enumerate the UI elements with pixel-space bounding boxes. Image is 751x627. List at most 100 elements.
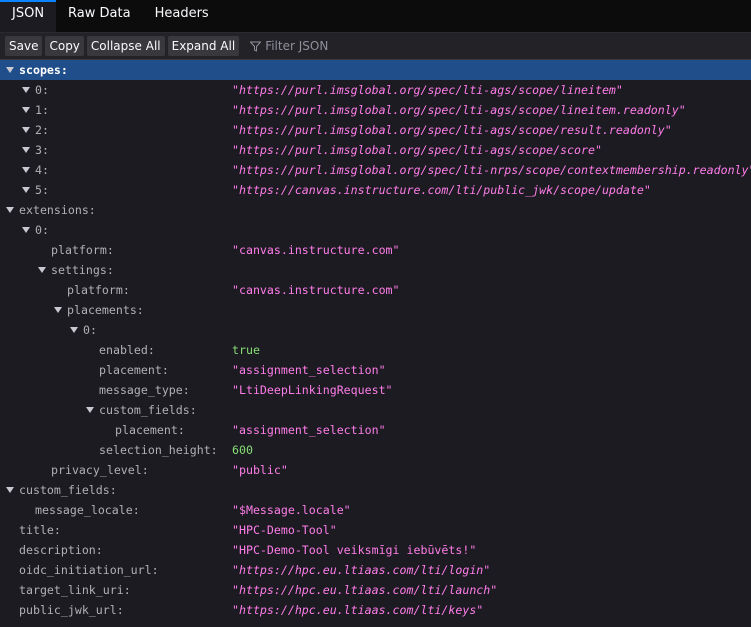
json-row[interactable]: public_jwk_url: "https://hpc.eu.ltiaas.co… xyxy=(0,600,751,620)
expand-triangle-icon[interactable] xyxy=(86,407,94,413)
json-key: oidc_initiation_url: xyxy=(19,563,159,577)
json-key: selection_height: xyxy=(99,443,218,457)
expand-triangle-icon[interactable] xyxy=(38,267,46,273)
expand-triangle-icon[interactable] xyxy=(22,167,30,173)
expand-triangle-icon[interactable] xyxy=(22,127,30,133)
json-toolbar: Save Copy Collapse All Expand All Filter… xyxy=(0,33,751,60)
expand-triangle-icon[interactable] xyxy=(22,227,30,233)
json-value: "HPC-Demo-Tool" xyxy=(232,523,337,537)
expand-triangle-icon[interactable] xyxy=(6,487,14,493)
json-row[interactable]: 5: "https://canvas.instructure.com/lti/pu… xyxy=(0,180,751,200)
json-row[interactable]: enabled: true xyxy=(0,340,751,360)
json-row[interactable]: description: "HPC-Demo-Tool veiksmīgi ieb… xyxy=(0,540,751,560)
json-row[interactable]: settings: xyxy=(0,260,751,280)
json-row[interactable]: 0: "https://purl.imsglobal.org/spec/lti-a… xyxy=(0,80,751,100)
filter-json-input[interactable]: Filter JSON xyxy=(250,39,328,53)
json-key: title: xyxy=(19,523,61,537)
json-row[interactable]: 1: "https://purl.imsglobal.org/spec/lti-a… xyxy=(0,100,751,120)
json-row[interactable]: target_link_uri: "https://hpc.eu.ltiaas.c… xyxy=(0,580,751,600)
json-key: placements: xyxy=(67,303,144,317)
json-value: "$Message.locale" xyxy=(232,503,351,517)
json-row[interactable]: extensions: xyxy=(0,200,751,220)
json-row[interactable]: 0: xyxy=(0,320,751,340)
json-value: "LtiDeepLinkingRequest" xyxy=(232,383,393,397)
json-key: target_link_uri: xyxy=(19,583,131,597)
expand-triangle-icon[interactable] xyxy=(22,187,30,193)
json-key: placement: xyxy=(99,363,169,377)
json-row[interactable]: privacy_level: "public" xyxy=(0,460,751,480)
json-key: 0: xyxy=(35,83,49,97)
json-row[interactable]: platform: "canvas.instructure.com" xyxy=(0,280,751,300)
viewer-tabs: JSON Raw Data Headers xyxy=(0,0,751,33)
json-value: "https://purl.imsglobal.org/spec/lti-ags… xyxy=(232,103,686,117)
json-row[interactable]: placements: xyxy=(0,300,751,320)
json-key: 1: xyxy=(35,103,49,117)
expand-triangle-icon[interactable] xyxy=(70,327,78,333)
expand-triangle-icon[interactable] xyxy=(6,207,14,213)
json-row[interactable]: 0: xyxy=(0,220,751,240)
json-key: custom_fields: xyxy=(19,483,117,497)
copy-button[interactable]: Copy xyxy=(45,36,84,56)
json-row[interactable]: 2: "https://purl.imsglobal.org/spec/lti-a… xyxy=(0,120,751,140)
json-value: "https://purl.imsglobal.org/spec/lti-ags… xyxy=(232,83,623,97)
json-key: 4: xyxy=(35,163,49,177)
json-value: "https://purl.imsglobal.org/spec/lti-ags… xyxy=(232,143,602,157)
json-row[interactable]: custom_fields: xyxy=(0,400,751,420)
json-key: description: xyxy=(19,543,103,557)
json-key: scopes: xyxy=(19,63,68,77)
json-key: 0: xyxy=(83,323,97,337)
json-value: "public" xyxy=(232,463,288,477)
json-row[interactable]: placement: "assignment_selection" xyxy=(0,360,751,380)
tab-headers[interactable]: Headers xyxy=(143,2,221,32)
tab-raw-data[interactable]: Raw Data xyxy=(56,2,143,32)
expand-all-button[interactable]: Expand All xyxy=(167,36,240,56)
json-value: "HPC-Demo-Tool veiksmīgi iebūvēts!" xyxy=(232,543,477,557)
filter-icon xyxy=(250,41,262,52)
expand-triangle-icon[interactable] xyxy=(22,147,30,153)
expand-triangle-icon[interactable] xyxy=(6,67,14,73)
json-key: 5: xyxy=(35,183,49,197)
json-key: platform: xyxy=(51,243,114,257)
json-key: platform: xyxy=(67,283,130,297)
json-value: "assignment_selection" xyxy=(232,363,386,377)
save-button[interactable]: Save xyxy=(5,36,43,56)
json-row[interactable]: placement: "assignment_selection" xyxy=(0,420,751,440)
json-key: placement: xyxy=(115,423,185,437)
json-value: "https://purl.imsglobal.org/spec/lti-ags… xyxy=(232,123,672,137)
json-key: privacy_level: xyxy=(51,463,149,477)
json-key: settings: xyxy=(51,263,114,277)
json-key: 3: xyxy=(35,143,49,157)
json-row[interactable]: selection_height: 600 xyxy=(0,440,751,460)
json-key: public_jwk_url: xyxy=(19,603,124,617)
json-value: "canvas.instructure.com" xyxy=(232,243,400,257)
tab-json[interactable]: JSON xyxy=(0,0,57,32)
json-row[interactable]: scopes: xyxy=(0,60,751,80)
json-value: "https://purl.imsglobal.org/spec/lti-nrp… xyxy=(232,163,751,177)
expand-triangle-icon[interactable] xyxy=(54,307,62,313)
json-row[interactable]: platform: "canvas.instructure.com" xyxy=(0,240,751,260)
expand-triangle-icon[interactable] xyxy=(22,107,30,113)
json-key: 0: xyxy=(35,223,49,237)
expand-triangle-icon[interactable] xyxy=(22,87,30,93)
json-key: message_type: xyxy=(99,383,190,397)
json-key: enabled: xyxy=(99,343,155,357)
json-value: "assignment_selection" xyxy=(232,423,386,437)
json-row[interactable]: 3: "https://purl.imsglobal.org/spec/lti-a… xyxy=(0,140,751,160)
json-row[interactable]: title: "HPC-Demo-Tool" xyxy=(0,520,751,540)
json-row[interactable]: oidc_initiation_url: "https://hpc.eu.ltia… xyxy=(0,560,751,580)
json-value: 600 xyxy=(232,443,253,457)
filter-placeholder: Filter JSON xyxy=(265,39,329,53)
json-value: "canvas.instructure.com" xyxy=(232,283,400,297)
json-value: "https://hpc.eu.ltiaas.com/lti/keys" xyxy=(232,603,484,617)
json-key: extensions: xyxy=(19,203,96,217)
json-row[interactable]: 4: "https://purl.imsglobal.org/spec/lti-n… xyxy=(0,160,751,180)
json-row[interactable]: message_type: "LtiDeepLinkingRequest" xyxy=(0,380,751,400)
json-row[interactable]: custom_fields: xyxy=(0,480,751,500)
collapse-all-button[interactable]: Collapse All xyxy=(86,36,165,56)
json-tree: scopes: 0: "https://purl.imsglobal.org/spe… xyxy=(0,60,751,620)
json-value: "https://hpc.eu.ltiaas.com/lti/launch" xyxy=(232,583,498,597)
json-value: true xyxy=(232,343,260,357)
json-value: "https://canvas.instructure.com/lti/publ… xyxy=(232,183,651,197)
json-key: custom_fields: xyxy=(99,403,197,417)
json-row[interactable]: message_locale: "$Message.locale" xyxy=(0,500,751,520)
